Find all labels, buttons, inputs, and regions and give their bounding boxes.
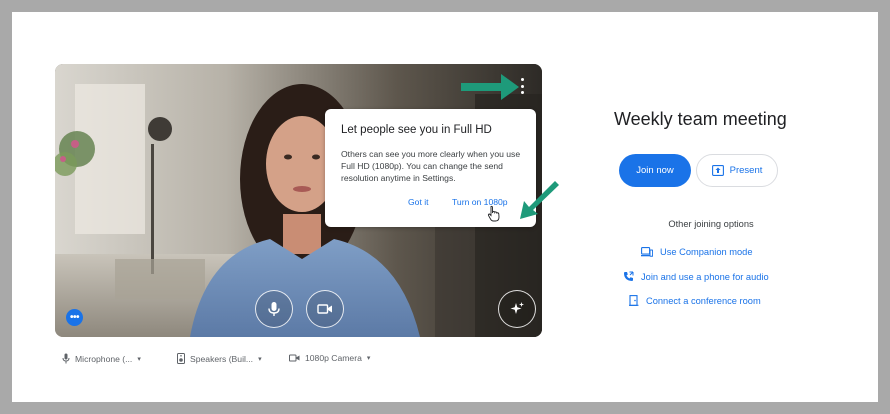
- companion-mode-icon: [641, 247, 653, 257]
- more-horizontal-icon[interactable]: •••: [66, 309, 83, 326]
- companion-mode-label: Use Companion mode: [660, 247, 753, 257]
- popup-body: Others can see you more clearly when you…: [341, 149, 521, 183]
- microphone-icon: [268, 302, 280, 316]
- annotation-arrow-icon: [461, 74, 519, 100]
- microphone-selector[interactable]: Microphone (... ▾: [62, 353, 141, 364]
- video-camera-icon: [317, 304, 332, 314]
- phone-audio-link[interactable]: Join and use a phone for audio: [623, 271, 769, 282]
- annotation-arrow-icon: [520, 181, 559, 219]
- sparkle-icon: [510, 302, 524, 314]
- got-it-button[interactable]: Got it: [408, 197, 429, 207]
- companion-mode-link[interactable]: Use Companion mode: [641, 247, 753, 257]
- chevron-down-icon: ▾: [258, 355, 262, 363]
- microphone-button[interactable]: [255, 290, 293, 328]
- speakers-selector[interactable]: Speakers (Buil... ▾: [177, 353, 262, 364]
- phone-icon: [624, 271, 634, 281]
- hand-cursor-icon: [487, 205, 500, 222]
- present-label: Present: [729, 165, 763, 176]
- visual-effects-button[interactable]: [498, 290, 536, 328]
- camera-button[interactable]: [306, 290, 344, 328]
- present-screen-icon: [711, 165, 724, 176]
- meeting-title: Weekly team meeting: [614, 109, 787, 129]
- join-now-label: Join now: [636, 165, 674, 176]
- full-hd-popup: Let people see you in Full HD Others can…: [325, 109, 536, 227]
- camera-selector[interactable]: 1080p Camera ▾: [289, 353, 370, 363]
- speaker-icon: [177, 353, 185, 364]
- phone-audio-label: Join and use a phone for audio: [641, 271, 769, 282]
- microphone-icon: [62, 353, 70, 364]
- join-now-button[interactable]: Join now: [619, 154, 691, 187]
- video-camera-icon: [289, 354, 300, 362]
- speakers-selector-label: Speakers (Buil...: [190, 353, 254, 364]
- conference-room-link[interactable]: Connect a conference room: [629, 295, 761, 306]
- chevron-down-icon: ▾: [366, 355, 371, 362]
- page-frame: ••• Let people see you in Full HD Others…: [12, 12, 878, 402]
- popup-title: Let people see you in Full HD: [341, 124, 492, 136]
- camera-selector-label: 1080p Camera: [305, 353, 362, 363]
- microphone-selector-label: Microphone (...: [75, 353, 133, 364]
- other-joining-options-heading: Other joining options: [668, 219, 754, 229]
- present-button[interactable]: Present: [696, 154, 778, 187]
- room-icon: [629, 295, 639, 306]
- conference-room-label: Connect a conference room: [646, 295, 761, 306]
- chevron-down-icon: ▾: [137, 355, 141, 363]
